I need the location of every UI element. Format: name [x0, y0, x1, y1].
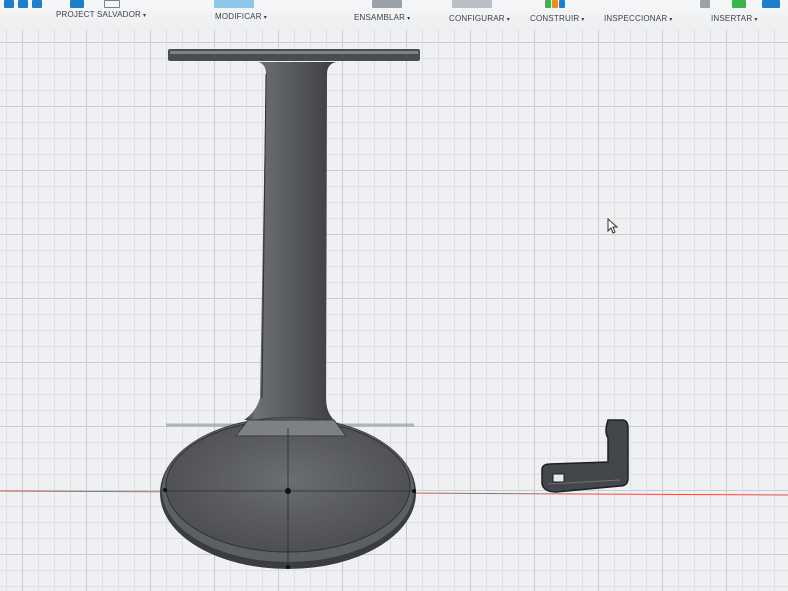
- stand-top-bar[interactable]: [168, 49, 420, 61]
- sketch-point-left[interactable]: [163, 488, 167, 492]
- model-scene: [0, 49, 788, 569]
- stand-fillet: [235, 419, 347, 437]
- stand-post[interactable]: [244, 62, 336, 420]
- sketch-point-right[interactable]: [412, 489, 416, 493]
- stand-top-bar-highlight: [170, 51, 418, 54]
- origin-point[interactable]: [285, 488, 291, 494]
- bracket-slot: [552, 473, 565, 483]
- sketch-point-bottom[interactable]: [286, 565, 290, 569]
- cursor-icon: [607, 218, 619, 234]
